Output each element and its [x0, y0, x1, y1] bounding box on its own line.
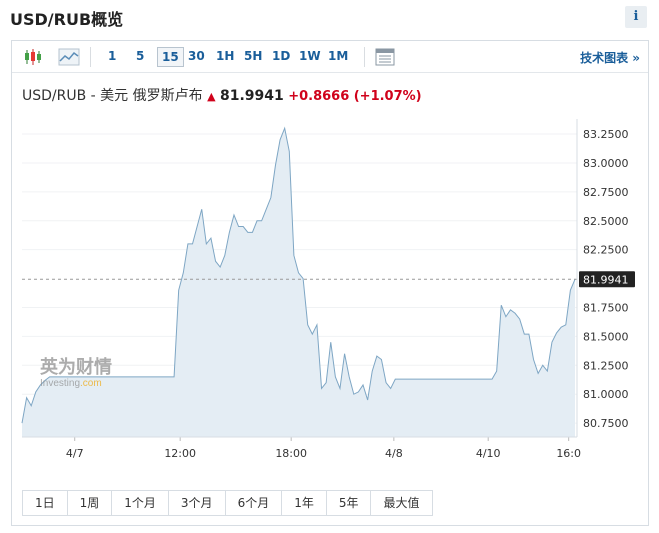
page-title: USD/RUB概览 [10, 10, 124, 29]
price-chart[interactable]: 英为财情 Investing.com 83.2500 83.0000 82.7500… [12, 113, 648, 463]
info-button[interactable]: i [625, 6, 647, 28]
y-tick-label: 82.7500 [583, 186, 629, 199]
x-tick-label: 4/8 [385, 447, 403, 460]
x-tick-label: 4/10 [476, 447, 501, 460]
x-tick-label: 4/7 [66, 447, 84, 460]
period-selector: 1日 1周 1个月 3个月 6个月 1年 5年 最大值 [22, 490, 433, 516]
candlestick-icon[interactable] [22, 47, 44, 67]
toolbar-separator [90, 47, 91, 67]
period-1m[interactable]: 1个月 [112, 491, 169, 515]
up-arrow-icon: ▲ [207, 90, 216, 103]
range-1m[interactable]: 1M [328, 49, 348, 63]
x-axis: 4/7 12:00 18:00 4/8 4/10 16:0 [66, 437, 581, 460]
price-change: +0.8666 [288, 89, 350, 104]
x-tick-label: 16:0 [556, 447, 581, 460]
period-1y[interactable]: 1年 [282, 491, 327, 515]
period-5y[interactable]: 5年 [327, 491, 372, 515]
table-view-icon[interactable] [374, 47, 396, 67]
period-1d[interactable]: 1日 [23, 491, 68, 515]
y-tick-label: 82.5000 [583, 215, 629, 228]
range-1d[interactable]: 1D [272, 49, 290, 63]
y-tick-label: 83.0000 [583, 157, 629, 170]
technical-chart-link[interactable]: 技术图表 » [580, 49, 640, 66]
period-1w[interactable]: 1周 [68, 491, 113, 515]
current-price-label: 81.9941 [579, 271, 635, 288]
pair-label: USD/RUB - 美元 俄罗斯卢布 [22, 88, 203, 104]
y-tick-label: 83.2500 [583, 128, 629, 141]
quote-line: USD/RUB - 美元 俄罗斯卢布 ▲ 81.9941 +0.8666 (+1… [22, 85, 422, 105]
watermark-en: Investing.com [40, 378, 102, 389]
price-change-percent: (+1.07%) [353, 89, 422, 104]
range-1[interactable]: 1 [108, 49, 116, 63]
period-max[interactable]: 最大值 [371, 491, 431, 515]
range-30[interactable]: 30 [188, 49, 205, 63]
y-tick-label: 80.7500 [583, 417, 629, 430]
range-5[interactable]: 5 [136, 49, 144, 63]
y-tick-label: 81.5000 [583, 330, 629, 343]
range-1h[interactable]: 1H [216, 49, 234, 63]
watermark-cn: 英为财情 [39, 356, 112, 378]
y-tick-label: 81.2500 [583, 359, 629, 372]
current-price-value: 81.9941 [583, 273, 629, 286]
y-tick-label: 82.2500 [583, 244, 629, 257]
x-tick-label: 12:00 [164, 447, 196, 460]
range-15[interactable]: 15 [157, 47, 184, 67]
range-1w[interactable]: 1W [299, 49, 321, 63]
period-3m[interactable]: 3个月 [169, 491, 226, 515]
area-chart-icon[interactable] [58, 47, 80, 67]
x-tick-label: 18:00 [275, 447, 307, 460]
range-5h[interactable]: 5H [244, 49, 262, 63]
chart-toolbar: 1 5 15 30 1H 5H 1D 1W 1M 技术图表 » [12, 41, 648, 73]
y-tick-label: 81.0000 [583, 388, 629, 401]
toolbar-separator [364, 47, 365, 67]
last-price: 81.9941 [220, 88, 284, 104]
period-6m[interactable]: 6个月 [226, 491, 283, 515]
investing-watermark: 英为财情 Investing.com [39, 356, 112, 389]
chart-widget: 1 5 15 30 1H 5H 1D 1W 1M 技术图表 » USD/RUB … [11, 40, 649, 526]
y-tick-label: 81.7500 [583, 301, 629, 314]
